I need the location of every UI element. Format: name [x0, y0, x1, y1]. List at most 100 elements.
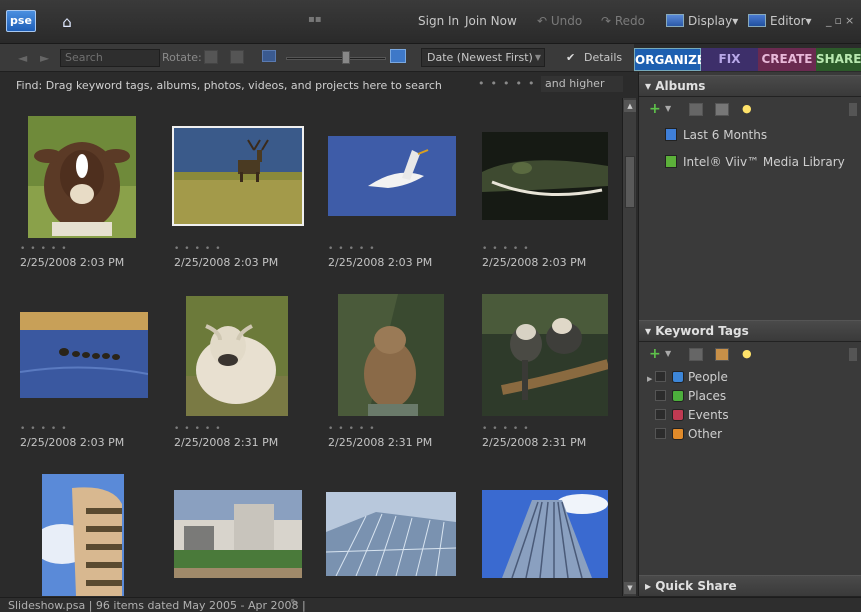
- photo-thumbnail-selected[interactable]: [172, 126, 304, 226]
- details-checkbox[interactable]: ✔: [566, 51, 575, 64]
- editor-menu[interactable]: Editor▾: [748, 14, 812, 28]
- search-input[interactable]: Search: [60, 49, 160, 67]
- rating-stars[interactable]: •••••: [482, 424, 534, 434]
- add-album-icon[interactable]: +: [649, 101, 661, 117]
- rating-stars[interactable]: •••••: [328, 244, 380, 254]
- lightbulb-icon[interactable]: ●: [742, 102, 752, 115]
- photo-thumbnail[interactable]: [482, 490, 608, 578]
- photo-cell[interactable]: ••••• 2/25/2008 2:03 PM: [470, 98, 620, 269]
- small-thumbnails-icon[interactable]: [262, 50, 276, 62]
- slider-handle[interactable]: [342, 51, 350, 64]
- keyword-tags-header[interactable]: ▾ Keyword Tags: [639, 320, 861, 342]
- photo-cell[interactable]: [316, 458, 466, 596]
- edit-album-icon[interactable]: [689, 103, 703, 116]
- photo-thumbnail[interactable]: [326, 492, 456, 576]
- quick-share-header[interactable]: ▸ Quick Share: [639, 575, 861, 597]
- photo-thumbnail[interactable]: [186, 296, 288, 416]
- window-controls[interactable]: _▫×: [826, 14, 857, 27]
- rating-stars[interactable]: •••••: [174, 424, 226, 434]
- chevron-down-icon[interactable]: ▼: [665, 349, 671, 358]
- rotate-left-icon[interactable]: [204, 50, 218, 64]
- add-keyword-icon[interactable]: +: [649, 346, 661, 362]
- keyword-item[interactable]: Events: [647, 408, 729, 422]
- photo-date: 2/25/2008 2:03 PM: [174, 256, 279, 269]
- photo-thumbnail[interactable]: [28, 116, 136, 238]
- thumbnail-size-slider[interactable]: [286, 57, 386, 60]
- photo-cell[interactable]: ••••• 2/25/2008 2:03 PM: [316, 98, 466, 269]
- delete-album-icon[interactable]: [849, 103, 857, 116]
- status-icon[interactable]: ✎: [290, 598, 298, 609]
- edit-keyword-icon[interactable]: [689, 348, 703, 361]
- keyword-item[interactable]: ▶ People: [647, 370, 728, 384]
- keyword-checkbox[interactable]: [655, 409, 666, 420]
- album-item[interactable]: Intel® Viiv™ Media Library: [665, 155, 845, 169]
- scroll-down-icon[interactable]: ▼: [624, 582, 636, 594]
- rating-filter-stars[interactable]: •••••: [478, 77, 540, 90]
- photo-cell[interactable]: [162, 458, 312, 596]
- home-button[interactable]: ⌂: [54, 10, 80, 34]
- find-bar[interactable]: Find: Drag keyword tags, albums, photos,…: [8, 74, 636, 96]
- photo-date: 2/25/2008 2:03 PM: [328, 256, 433, 269]
- photo-cell[interactable]: ••••• 2/25/2008 2:31 PM: [162, 278, 312, 449]
- rating-stars[interactable]: •••••: [174, 244, 226, 254]
- undo-button[interactable]: ↶ Undo: [537, 14, 582, 28]
- expand-icon[interactable]: ▶: [647, 375, 655, 383]
- photo-thumbnail[interactable]: [174, 490, 302, 578]
- forward-arrow-icon[interactable]: ►: [40, 51, 49, 65]
- photo-thumbnail[interactable]: [482, 132, 608, 220]
- scroll-up-icon[interactable]: ▲: [624, 100, 636, 112]
- tab-share[interactable]: SHARE: [816, 48, 861, 71]
- album-label: Last 6 Months: [683, 128, 768, 142]
- chevron-down-icon: ▾: [645, 79, 656, 93]
- photo-thumbnail[interactable]: [20, 312, 148, 398]
- sign-in-link[interactable]: Sign In: [418, 14, 459, 28]
- redo-button[interactable]: ↷ Redo: [601, 14, 645, 28]
- display-menu[interactable]: Display▾: [666, 14, 738, 28]
- rating-stars[interactable]: •••••: [328, 424, 380, 434]
- rating-stars[interactable]: •••••: [20, 424, 72, 434]
- album-item[interactable]: Last 6 Months: [665, 128, 767, 142]
- photo-thumbnail[interactable]: [42, 474, 124, 596]
- photo-cell[interactable]: ••••• 2/25/2008 2:03 PM: [162, 98, 312, 269]
- rating-stars[interactable]: •••••: [20, 244, 72, 254]
- photo-cell[interactable]: ••••• 2/25/2008 2:03 PM: [8, 98, 158, 269]
- lightbulb-icon[interactable]: ●: [742, 347, 752, 360]
- details-label: Details: [584, 51, 623, 64]
- keyword-checkbox[interactable]: [655, 428, 666, 439]
- photo-date: 2/25/2008 2:31 PM: [328, 436, 433, 449]
- photo-cell[interactable]: ••••• 2/25/2008 2:03 PM: [8, 278, 158, 449]
- scroll-thumb[interactable]: [625, 156, 635, 208]
- join-now-link[interactable]: Join Now: [465, 14, 517, 28]
- keyword-tags-title: Keyword Tags: [655, 324, 749, 338]
- album-options-icon[interactable]: [715, 103, 729, 116]
- photo-cell[interactable]: ••••• 2/25/2008 2:31 PM: [316, 278, 466, 449]
- large-thumbnails-icon[interactable]: [390, 49, 406, 63]
- keyword-item[interactable]: Places: [647, 389, 726, 403]
- back-arrow-icon[interactable]: ◄: [18, 51, 27, 65]
- toolbar: ◄ ► Search Rotate: Date (Newest First) ▼…: [0, 44, 634, 72]
- photo-date: 2/25/2008 2:31 PM: [482, 436, 587, 449]
- photo-cell[interactable]: [8, 458, 158, 596]
- grid-scrollbar[interactable]: ▲ ▼: [622, 98, 636, 596]
- photo-cell[interactable]: ••••• 2/25/2008 2:31 PM: [470, 278, 620, 449]
- chevron-down-icon[interactable]: ▼: [665, 104, 671, 113]
- delete-keyword-icon[interactable]: [849, 348, 857, 361]
- keyword-lock-icon[interactable]: [715, 348, 729, 361]
- rating-stars[interactable]: •••••: [482, 244, 534, 254]
- keyword-checkbox[interactable]: [655, 390, 666, 401]
- photo-thumbnail[interactable]: [328, 136, 456, 216]
- tab-create[interactable]: CREATE: [758, 48, 816, 71]
- sort-order-select[interactable]: Date (Newest First) ▼: [421, 48, 545, 67]
- keyword-item[interactable]: Other: [647, 427, 722, 441]
- rotate-right-icon[interactable]: [230, 50, 244, 64]
- photo-cell[interactable]: [470, 458, 620, 596]
- monitor-icon: [666, 14, 684, 27]
- photo-thumbnail[interactable]: [338, 294, 444, 416]
- tab-fix[interactable]: FIX: [701, 48, 758, 71]
- albums-header[interactable]: ▾ Albums: [639, 75, 861, 97]
- album-icon: [665, 128, 677, 141]
- keyword-checkbox[interactable]: [655, 371, 666, 382]
- rating-filter-select[interactable]: and higher: [541, 76, 623, 92]
- photo-thumbnail[interactable]: [482, 294, 608, 416]
- tab-organize[interactable]: ORGANIZE: [634, 48, 705, 71]
